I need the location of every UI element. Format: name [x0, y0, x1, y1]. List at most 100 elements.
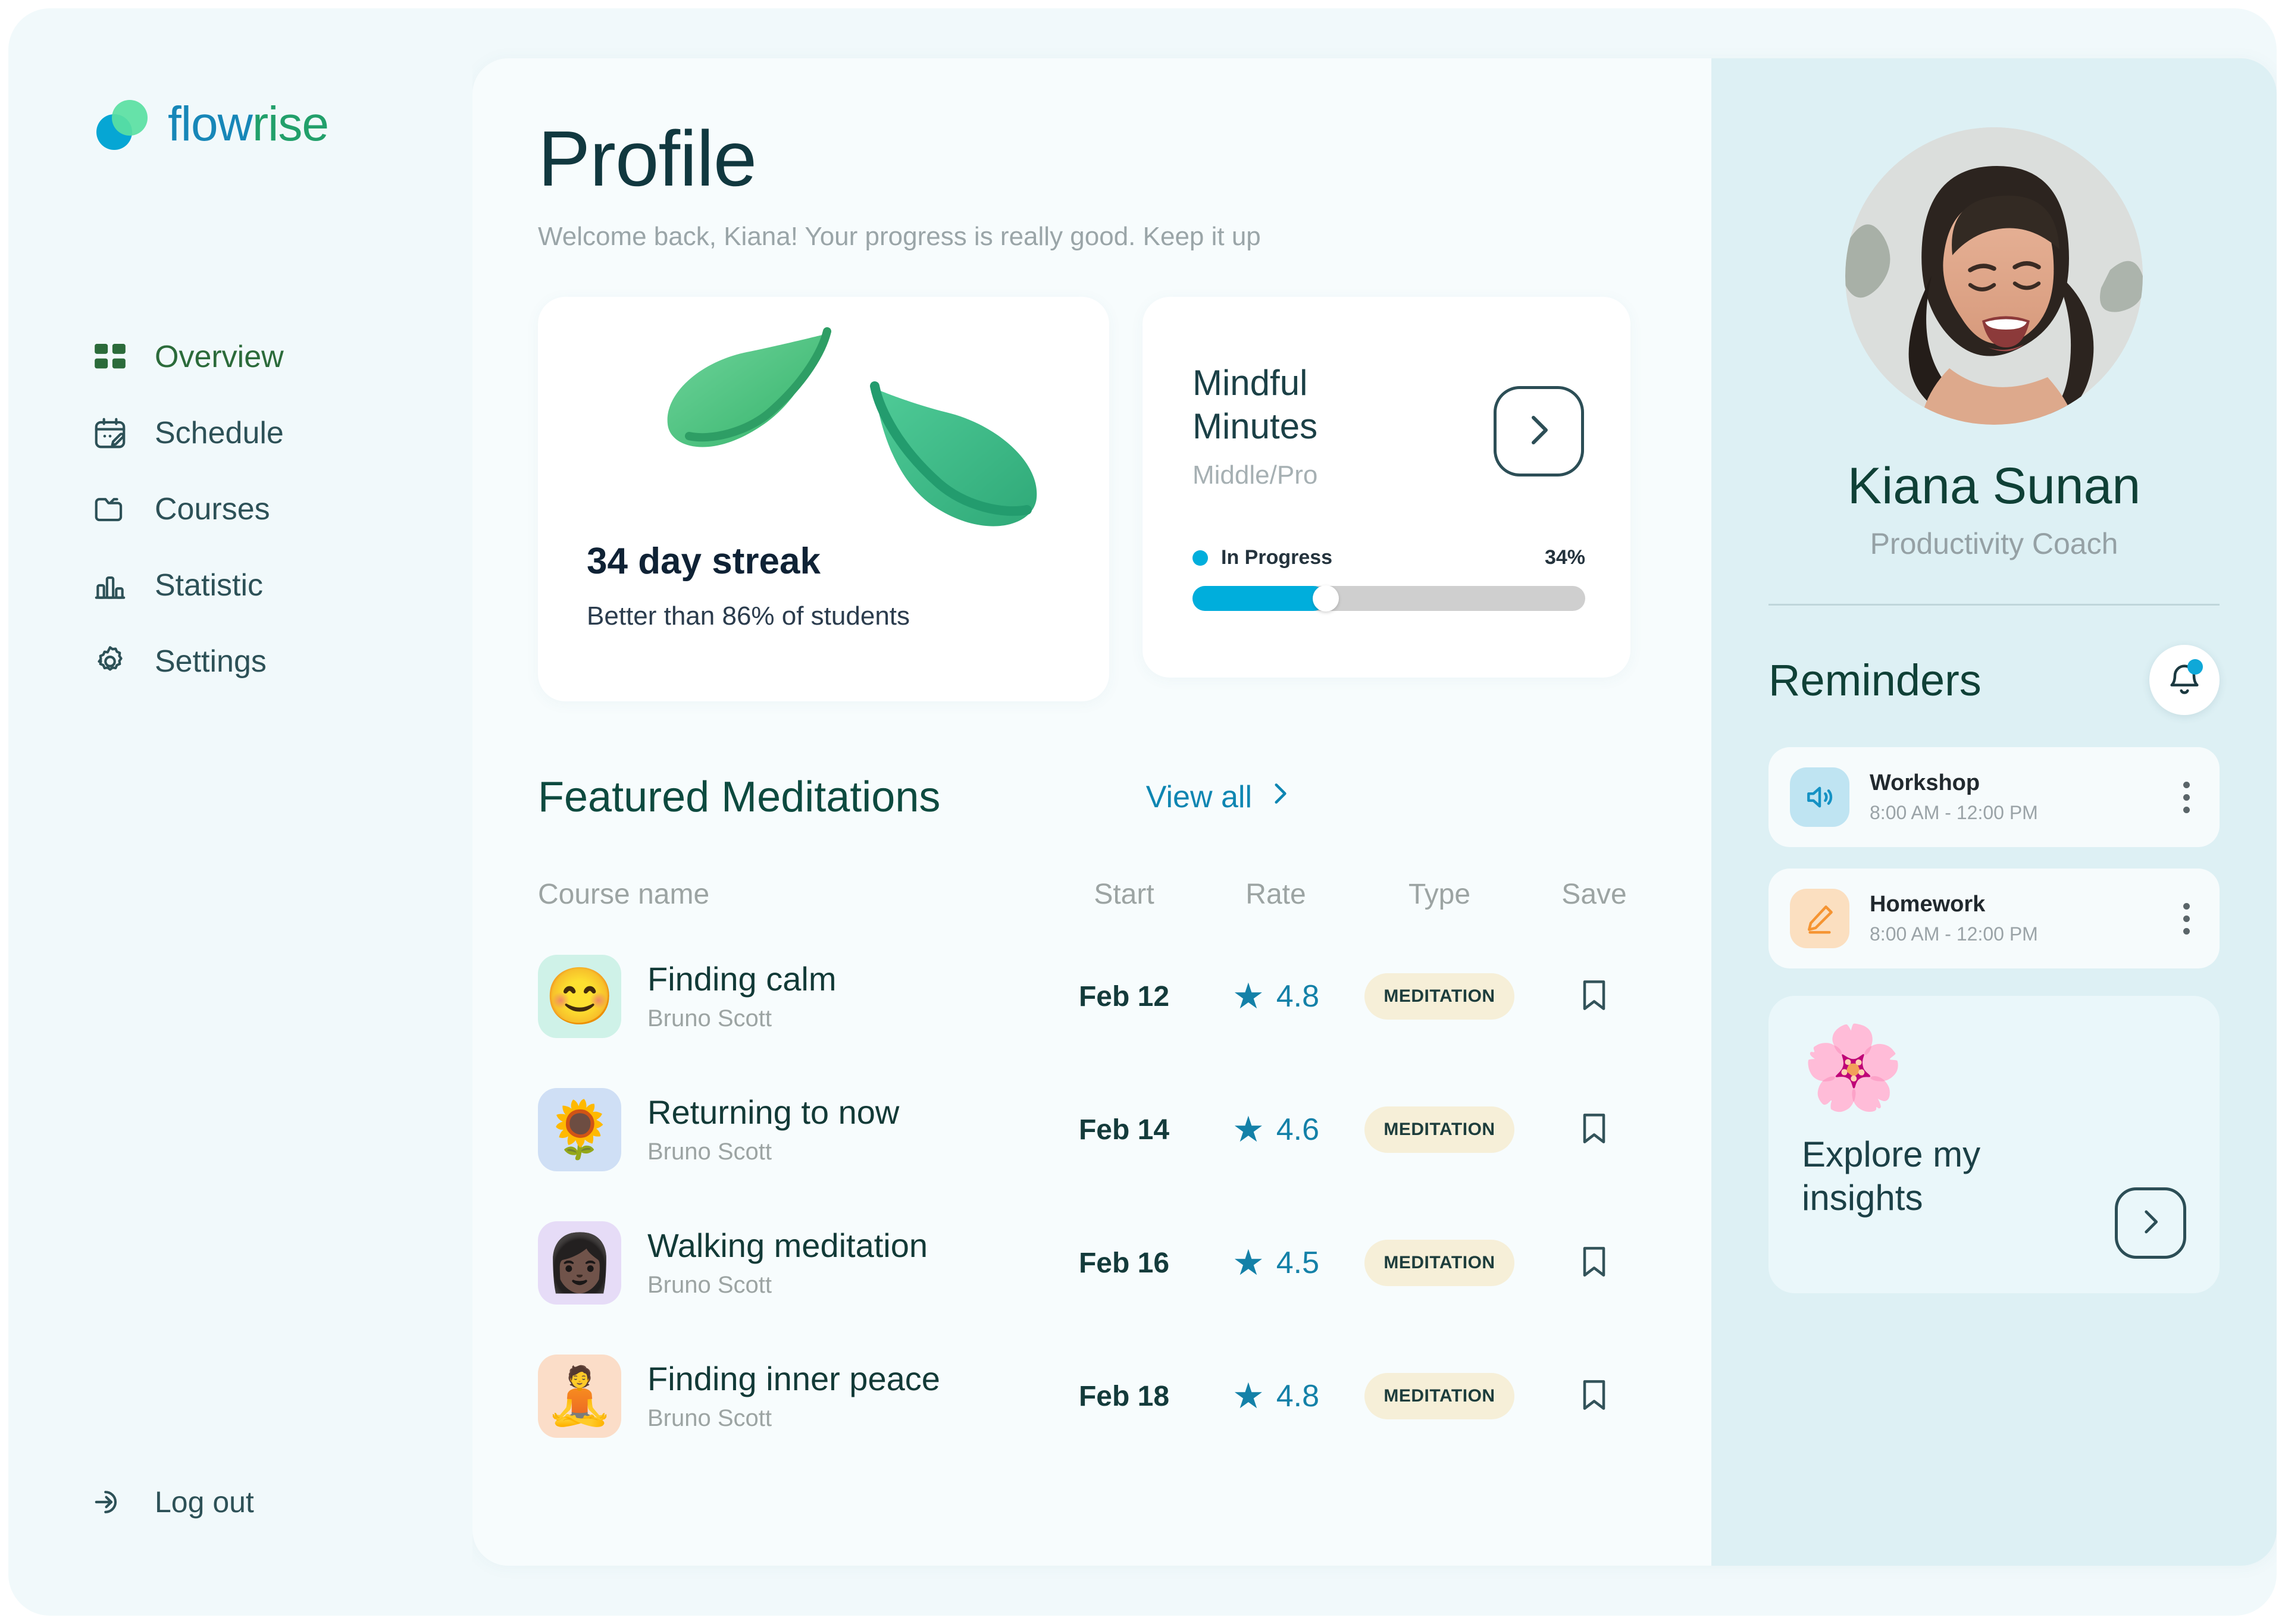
- course-start-date: Feb 14: [1078, 1114, 1170, 1146]
- star-icon: ★: [1232, 1109, 1264, 1150]
- view-all-button[interactable]: View all: [1146, 779, 1295, 816]
- sidebar-nav: Overview Schedule Courses Statistic Sett…: [8, 319, 472, 700]
- reminder-item[interactable]: Workshop 8:00 AM - 12:00 PM: [1768, 747, 2220, 847]
- profile-panel: Kiana Sunan Productivity Coach Reminders…: [1711, 58, 2277, 1566]
- col-rate: Rate: [1245, 878, 1306, 910]
- star-icon: ★: [1232, 1376, 1264, 1416]
- streak-subtitle: Better than 86% of students: [587, 601, 910, 631]
- reminder-time: 8:00 AM - 12:00 PM: [1870, 923, 2038, 945]
- sidebar-item-schedule[interactable]: Schedule: [8, 395, 472, 471]
- gear-icon: [92, 643, 129, 680]
- course-name: Returning to now: [647, 1093, 900, 1131]
- brand-flow: flow: [168, 97, 253, 151]
- mindful-minutes-card: Mindful Minutes Middle/Pro In Progress 3…: [1142, 297, 1630, 678]
- insights-card[interactable]: 🌸 Explore my insights: [1768, 996, 2220, 1293]
- insights-line1: Explore my: [1802, 1134, 1981, 1174]
- sidebar-item-label: Courses: [155, 492, 270, 526]
- sidebar-item-label: Schedule: [155, 416, 284, 450]
- course-thumbnail-icon: 😊: [538, 955, 621, 1039]
- divider: [1768, 604, 2220, 606]
- chevron-right-icon: [2133, 1205, 2168, 1242]
- course-author: Bruno Scott: [647, 1405, 772, 1432]
- progress-slider[interactable]: [1192, 585, 1585, 612]
- brand-logo[interactable]: flowrise: [96, 96, 472, 152]
- avatar-photo: [1845, 127, 2143, 425]
- sidebar-item-overview[interactable]: Overview: [8, 319, 472, 395]
- notifications-button[interactable]: [2149, 645, 2220, 715]
- col-type: Type: [1408, 878, 1471, 910]
- course-name: Walking meditation: [647, 1227, 928, 1265]
- course-rating: 4.6: [1276, 1112, 1320, 1148]
- course-type-badge: MEDITATION: [1364, 1373, 1514, 1420]
- course-thumbnail-icon: 🧘: [538, 1355, 621, 1438]
- bookmark-icon[interactable]: [1575, 1376, 1613, 1417]
- progress-knob[interactable]: [1313, 585, 1339, 612]
- reminder-menu-button[interactable]: [2177, 776, 2196, 819]
- insights-text: Explore my insights: [1802, 1133, 2058, 1219]
- logout-button[interactable]: Log out: [92, 1484, 254, 1520]
- insights-line2: insights: [1802, 1178, 1923, 1218]
- course-type-badge: MEDITATION: [1364, 1240, 1514, 1287]
- col-course-name: Course name: [538, 878, 710, 910]
- brand-rise: rise: [252, 97, 329, 151]
- mindful-open-button[interactable]: [1494, 386, 1584, 477]
- flowrise-logo-icon: [96, 99, 154, 150]
- star-icon: ★: [1232, 976, 1264, 1017]
- reminder-name: Homework: [1870, 892, 1986, 917]
- table-row[interactable]: 👩🏿 Walking meditation Bruno Scott Feb 16 ★ 4.…: [538, 1196, 1605, 1330]
- bookmark-icon[interactable]: [1575, 976, 1613, 1017]
- col-save: Save: [1561, 878, 1627, 910]
- course-rating: 4.8: [1276, 1379, 1320, 1414]
- reminders-list: Workshop 8:00 AM - 12:00 PM Homework 8:00 A…: [1768, 747, 2220, 968]
- reminders-title: Reminders: [1768, 655, 1982, 705]
- status-dot-icon: [1192, 550, 1208, 566]
- course-author: Bruno Scott: [647, 1139, 772, 1165]
- table-header-row: Course name Start Rate Type Save: [538, 858, 1627, 930]
- meditations-table: Course name Start Rate Type Save 😊 Findin…: [538, 858, 1711, 1463]
- course-author: Bruno Scott: [647, 1005, 772, 1032]
- course-thumbnail-icon: 🌻: [538, 1088, 621, 1172]
- course-rating: 4.8: [1276, 979, 1320, 1014]
- bar-chart-icon: [92, 567, 129, 604]
- page-title: Profile: [538, 115, 757, 202]
- logout-label: Log out: [155, 1485, 254, 1519]
- progress-status: In Progress: [1221, 546, 1333, 569]
- course-name: Finding inner peace: [647, 1360, 940, 1398]
- reminder-menu-button[interactable]: [2177, 897, 2196, 940]
- bookmark-icon[interactable]: [1575, 1109, 1613, 1150]
- logout-icon: [92, 1484, 129, 1520]
- table-row[interactable]: 🧘 Finding inner peace Bruno Scott Feb 18 ★ 4.…: [538, 1330, 1605, 1463]
- mindful-title-line2: Minutes: [1192, 406, 1318, 447]
- featured-title: Featured Meditations: [538, 773, 941, 822]
- insights-open-button[interactable]: [2115, 1187, 2186, 1259]
- sidebar-item-courses[interactable]: Courses: [8, 471, 472, 547]
- mindful-title-line1: Mindful: [1192, 363, 1308, 403]
- course-type-badge: MEDITATION: [1364, 973, 1514, 1020]
- sidebar-item-label: Settings: [155, 644, 267, 679]
- view-all-label: View all: [1145, 780, 1252, 815]
- course-start-date: Feb 18: [1078, 1380, 1170, 1412]
- streak-card: 34 day streak Better than 86% of student…: [538, 297, 1109, 702]
- course-thumbnail-icon: 👩🏿: [538, 1221, 621, 1305]
- featured-header: Featured Meditations View all: [538, 773, 1711, 822]
- reminder-item[interactable]: Homework 8:00 AM - 12:00 PM: [1768, 869, 2220, 968]
- table-row[interactable]: 🌻 Returning to now Bruno Scott Feb 14 ★ 4.6 ME…: [538, 1063, 1605, 1196]
- notification-badge-dot: [2187, 659, 2203, 675]
- chevron-right-icon: [1517, 409, 1560, 454]
- bookmark-icon[interactable]: [1575, 1243, 1613, 1284]
- stat-cards-row: 34 day streak Better than 86% of student…: [538, 297, 1711, 702]
- course-name: Finding calm: [647, 960, 837, 998]
- progress-legend: In Progress 34%: [1192, 546, 1585, 569]
- speaker-icon: [1790, 767, 1849, 827]
- sidebar-item-settings[interactable]: Settings: [8, 623, 472, 700]
- pencil-icon: [1790, 889, 1849, 948]
- app-window: flowrise Overview Schedule Courses Stati…: [8, 8, 2277, 1616]
- table-row[interactable]: 😊 Finding calm Bruno Scott Feb 12 ★ 4.8 MEDITA…: [538, 930, 1605, 1063]
- reminders-header: Reminders: [1768, 645, 2220, 715]
- avatar[interactable]: [1845, 127, 2143, 425]
- sidebar-item-statistic[interactable]: Statistic: [8, 547, 472, 623]
- sidebar-item-label: Statistic: [155, 568, 264, 603]
- reminder-name: Workshop: [1870, 770, 1980, 795]
- progress-percent: 34%: [1544, 546, 1585, 569]
- profile-role: Productivity Coach: [1870, 527, 2118, 560]
